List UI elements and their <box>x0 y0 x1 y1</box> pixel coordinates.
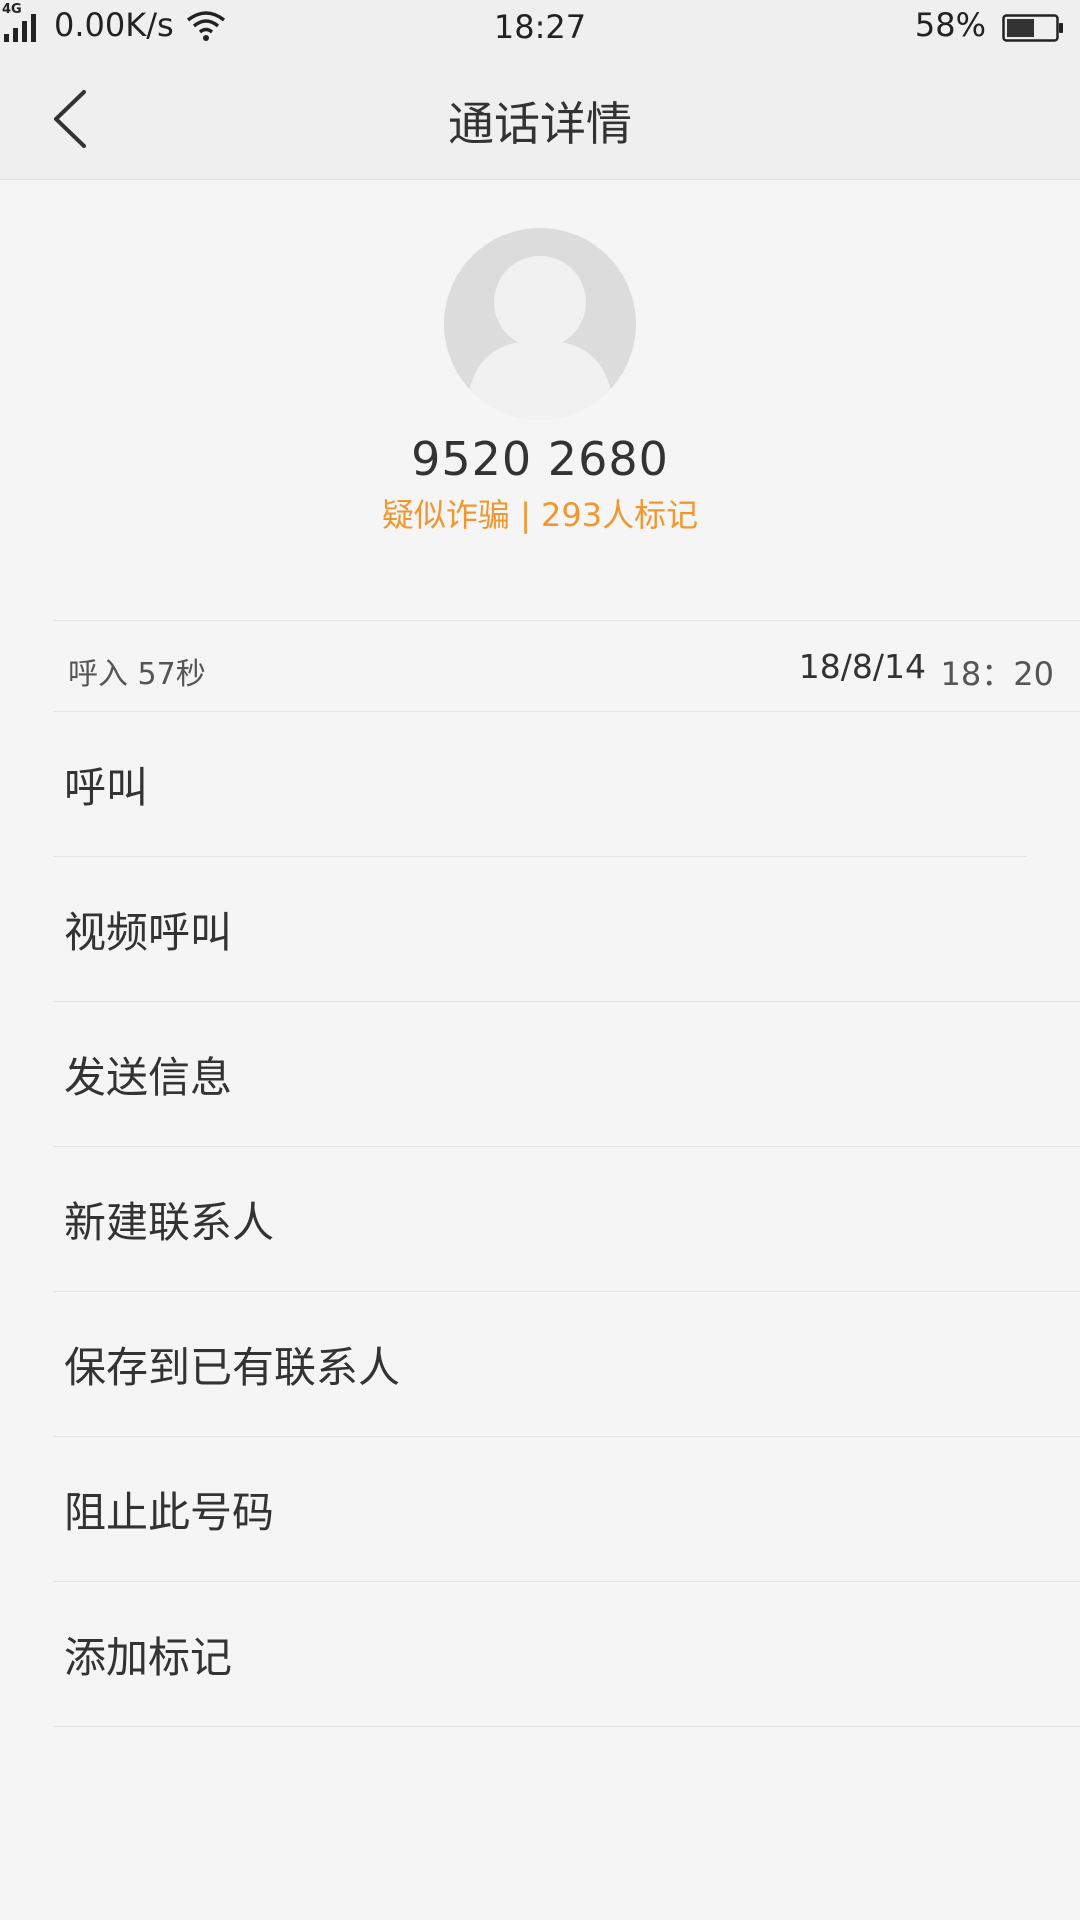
fraud-tag: 疑似诈骗 | 293人标记 <box>381 496 699 534</box>
call-record: 呼入 57秒 18/8/14 18：20 <box>54 620 1080 712</box>
battery-icon <box>1002 14 1063 42</box>
menu-item-label: 阻止此号码 <box>64 1487 275 1537</box>
phone-number: 9520 2680 <box>411 432 669 486</box>
menu-item-call[interactable]: 呼叫 <box>54 712 1080 857</box>
menu-item-label: 发送信息 <box>64 1052 233 1102</box>
menu-item-label: 添加标记 <box>64 1632 233 1682</box>
status-bar: 4G 0.00K/s 18:27 58% <box>0 0 1080 56</box>
menu-item-video-call[interactable]: 视频呼叫 <box>54 857 1080 1002</box>
action-menu: 呼叫 视频呼叫 发送信息 新建联系人 保存到已有联系人 阻止此号码 添加标记 <box>54 712 1080 1727</box>
menu-item-label: 保存到已有联系人 <box>64 1342 401 1392</box>
menu-item-label: 视频呼叫 <box>64 907 233 957</box>
person-icon <box>468 256 612 420</box>
menu-item-send-message[interactable]: 发送信息 <box>54 1002 1080 1147</box>
menu-item-save-to-existing[interactable]: 保存到已有联系人 <box>54 1292 1080 1437</box>
avatar[interactable] <box>444 228 636 420</box>
menu-item-add-tag[interactable]: 添加标记 <box>54 1582 1080 1727</box>
menu-item-label: 新建联系人 <box>64 1197 275 1247</box>
page-title: 通话详情 <box>448 97 632 151</box>
call-date: 18/8/14 <box>798 647 926 686</box>
menu-item-label: 呼叫 <box>64 763 149 812</box>
battery-percent: 58% <box>914 6 986 44</box>
call-details-screen: 4G 0.00K/s 18:27 58% 通话详情 9520 2680 疑似诈骗… <box>0 0 1080 1920</box>
call-time: 18：20 <box>940 655 1054 693</box>
app-header: 通话详情 <box>0 56 1080 180</box>
call-type-duration: 呼入 57秒 <box>68 657 206 692</box>
menu-item-block-number[interactable]: 阻止此号码 <box>54 1437 1080 1582</box>
menu-item-new-contact[interactable]: 新建联系人 <box>54 1147 1080 1292</box>
